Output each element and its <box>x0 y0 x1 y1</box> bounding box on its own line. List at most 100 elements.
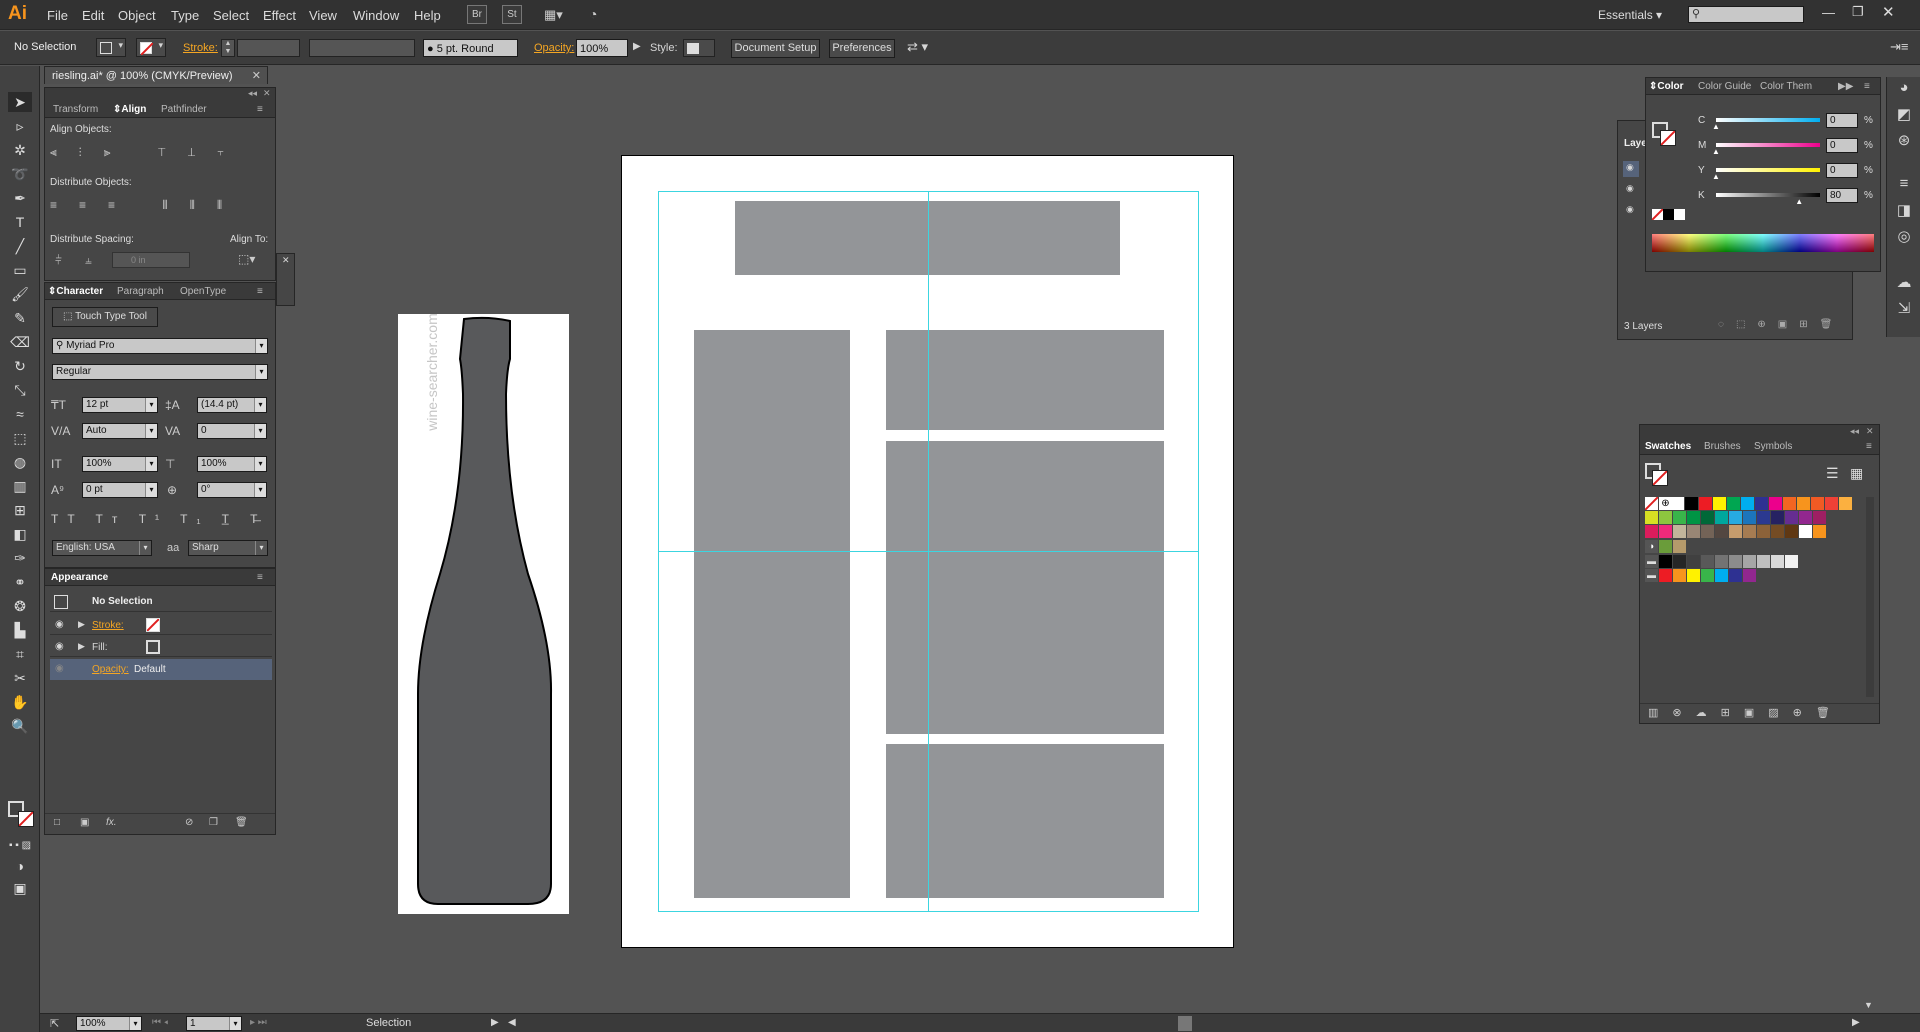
menu-file[interactable]: File <box>47 8 68 23</box>
swatch-row-1-11[interactable] <box>1825 497 1838 510</box>
pen-tool-icon[interactable]: ✒ <box>8 188 32 208</box>
swatch-row-2-10[interactable] <box>1785 511 1798 524</box>
font-size-field[interactable]: 12 pt ▾ <box>82 397 158 413</box>
channel-value-k[interactable]: 80 <box>1826 188 1858 203</box>
scroll-right-arrow[interactable]: ▶ <box>1852 1017 1860 1028</box>
stroke-attribute-label[interactable]: Stroke: <box>92 620 124 631</box>
channel-value-c[interactable]: 0 <box>1826 113 1858 128</box>
vertical-scale-field[interactable]: 100% ▾ <box>82 456 158 472</box>
symbol-sprayer-tool-icon[interactable]: ❂ <box>8 596 32 616</box>
swatch-row-bright-2[interactable] <box>1687 569 1700 582</box>
swatch-row-1-6[interactable] <box>1755 497 1768 510</box>
scale-tool-icon[interactable]: ⤡ <box>8 380 32 400</box>
layer-visibility-1[interactable]: ◉ <box>1623 161 1639 177</box>
tab-pathfinder[interactable]: Pathfinder <box>161 104 207 115</box>
channel-slider-c[interactable] <box>1716 118 1820 122</box>
swatch-row-1-10[interactable] <box>1811 497 1824 510</box>
tab-swatches[interactable]: Swatches <box>1645 441 1691 452</box>
swatch-row-grays-5[interactable] <box>1729 555 1742 568</box>
gradient-tool-icon[interactable]: ◧ <box>8 524 32 544</box>
opacity-attribute-label[interactable]: Opacity: <box>92 664 129 675</box>
line-tool-icon[interactable]: ╱ <box>8 236 32 256</box>
shape-builder-tool-icon[interactable]: ◍ <box>8 452 32 472</box>
menu-select[interactable]: Select <box>213 8 249 23</box>
panel-menu-icon[interactable]: ≡ <box>257 572 263 583</box>
last-artboard-icon[interactable]: ▸ ⏭ <box>250 1017 267 1028</box>
swatch-row-2-3[interactable] <box>1687 511 1700 524</box>
swatch-row-1-5[interactable] <box>1741 497 1754 510</box>
fill-none-icon[interactable] <box>146 640 160 654</box>
eye-icon[interactable]: ◉ <box>55 619 64 630</box>
language-select[interactable]: English: USA ▾ <box>52 540 152 556</box>
expand-triangle-icon[interactable]: ▶ <box>78 641 85 652</box>
eyedropper-tool-icon[interactable]: ✑ <box>8 548 32 568</box>
swatch-row-grays-4[interactable] <box>1715 555 1728 568</box>
pattern-swatch-2[interactable] <box>1659 540 1672 553</box>
transparency-panel-icon[interactable]: ◎ <box>1887 227 1920 249</box>
color-guide-icon[interactable]: ◩ <box>1887 105 1920 127</box>
clear-appearance-icon[interactable]: ⊘ <box>185 817 193 828</box>
color-themes-icon[interactable]: ⊛ <box>1887 131 1920 153</box>
tab-brushes[interactable]: Brushes <box>1704 441 1741 452</box>
add-stroke-icon[interactable]: □ <box>54 817 60 828</box>
channel-slider-m[interactable] <box>1716 143 1820 147</box>
pencil-tool-icon[interactable]: ✎ <box>8 308 32 328</box>
menu-help[interactable]: Help <box>414 8 441 23</box>
rectangle-tool-icon[interactable]: ▭ <box>8 260 32 280</box>
lasso-tool-icon[interactable]: ➰ <box>8 164 32 184</box>
swatch-row-3-0[interactable] <box>1645 525 1658 538</box>
swatch-stroke-box[interactable] <box>1652 470 1668 486</box>
tab-character[interactable]: ⇕Character <box>48 286 103 297</box>
swatch-row-2-11[interactable] <box>1799 511 1812 524</box>
pattern-swatch-1[interactable]: ◑ <box>1645 540 1658 553</box>
color-group-folder-icon-2[interactable]: ▬ <box>1645 569 1658 582</box>
swatch-row-bright-4[interactable] <box>1715 569 1728 582</box>
swatch-row-3-1[interactable] <box>1659 525 1672 538</box>
swatch-row-3-9[interactable] <box>1771 525 1784 538</box>
swatch-row-grays-2[interactable] <box>1687 555 1700 568</box>
selection-tool-icon[interactable]: ➤ <box>8 92 32 112</box>
eraser-tool-icon[interactable]: ⌫ <box>8 332 32 352</box>
minimize-button[interactable]: — <box>1822 5 1835 20</box>
touch-type-tool-button[interactable]: ⬚ Touch Type Tool <box>52 307 158 327</box>
tab-opentype[interactable]: OpenType <box>180 286 226 297</box>
rotate-tool-icon[interactable]: ↻ <box>8 356 32 376</box>
channel-slider-k[interactable] <box>1716 193 1820 197</box>
width-tool-icon[interactable]: ≈ <box>8 404 32 424</box>
stroke-weight-field[interactable] <box>237 39 300 57</box>
appearance-row-fill[interactable]: ◉ ▶ Fill: <box>50 637 272 657</box>
opacity-arrow[interactable]: ▶ <box>633 41 641 52</box>
help-search-input[interactable]: ⚲ <box>1688 6 1804 23</box>
menu-window[interactable]: Window <box>353 8 399 23</box>
stroke-weight-stepper[interactable]: ▲ ▼ <box>221 39 235 57</box>
color-spectrum[interactable] <box>1652 234 1874 252</box>
asset-export-icon[interactable]: ⇲ <box>1887 299 1920 321</box>
layer-visibility-3[interactable]: ◉ <box>1626 204 1634 215</box>
libraries-icon[interactable]: ☁ <box>1887 273 1920 295</box>
delete-item-icon[interactable]: 🗑 <box>235 817 248 828</box>
swatch-row-bright-5[interactable] <box>1729 569 1742 582</box>
swatch-row-1-0[interactable] <box>1671 497 1684 510</box>
scroll-down-arrow[interactable]: ▼ <box>1864 1000 1873 1010</box>
menu-edit[interactable]: Edit <box>82 8 104 23</box>
swatch-row-3-5[interactable] <box>1715 525 1728 538</box>
column-graph-tool-icon[interactable]: ▙ <box>8 620 32 640</box>
swatch-row-grays-8[interactable] <box>1771 555 1784 568</box>
swatch-row-1-9[interactable] <box>1797 497 1810 510</box>
swatch-row-2-12[interactable] <box>1813 511 1826 524</box>
bottle-image[interactable]: wine-searcher.com <box>398 313 569 914</box>
swatch-row-bright-0[interactable] <box>1659 569 1672 582</box>
swatch-row-1-7[interactable] <box>1769 497 1782 510</box>
graphic-style-swatch[interactable] <box>683 39 715 57</box>
swatch-row-2-9[interactable] <box>1771 511 1784 524</box>
swatch-row-2-2[interactable] <box>1673 511 1686 524</box>
blend-tool-icon[interactable]: ⚭ <box>8 572 32 592</box>
artboard[interactable] <box>621 155 1234 948</box>
magic-wand-tool-icon[interactable]: ✲ <box>8 140 32 160</box>
brush-definition[interactable]: ● 5 pt. Round <box>423 39 518 57</box>
swatch-row-2-1[interactable] <box>1659 511 1672 524</box>
tab-align[interactable]: ⇕Align <box>113 104 146 115</box>
swatch-row-1-2[interactable] <box>1699 497 1712 510</box>
free-transform-tool-icon[interactable]: ⬚ <box>8 428 32 448</box>
stroke-label[interactable]: Stroke: <box>183 42 218 54</box>
